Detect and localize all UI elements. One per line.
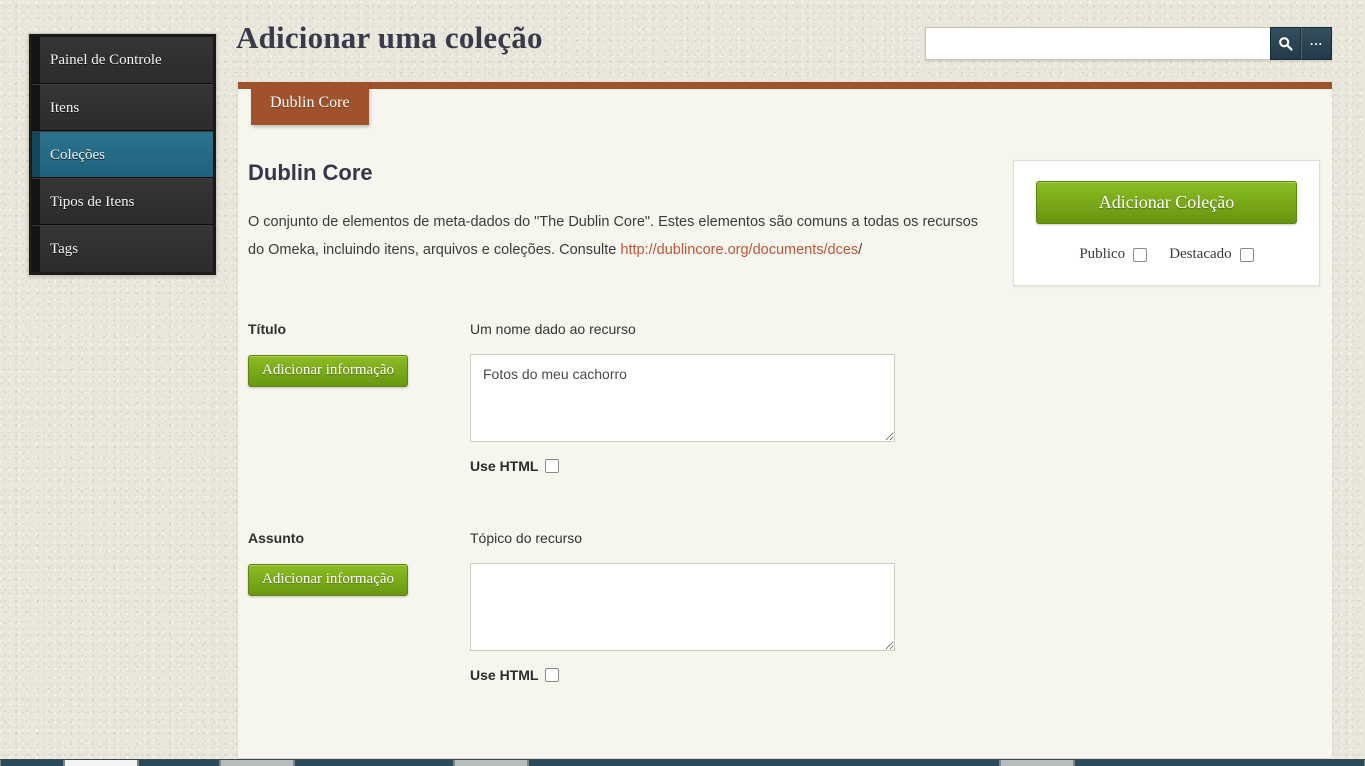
taskbar-start-area[interactable] bbox=[0, 760, 64, 766]
collection-actions-panel: Adicionar Coleção Publico Destacado bbox=[1013, 160, 1320, 286]
add-collection-button[interactable]: Adicionar Coleção bbox=[1036, 181, 1297, 224]
os-taskbar bbox=[0, 759, 1365, 766]
publico-checkbox[interactable] bbox=[1133, 247, 1148, 262]
field-left-column: Título Adicionar informação bbox=[248, 321, 470, 474]
option-destacado[interactable]: Destacado bbox=[1169, 246, 1254, 263]
use-html-row-titulo: Use HTML bbox=[470, 458, 993, 474]
ellipsis-icon[interactable]: ... bbox=[1301, 27, 1332, 60]
taskbar-gap bbox=[294, 760, 454, 766]
field-titulo: Título Adicionar informação Um nome dado… bbox=[248, 321, 993, 474]
use-html-label: Use HTML bbox=[470, 457, 539, 474]
field-label: Título bbox=[248, 320, 287, 337]
taskbar-tray[interactable] bbox=[1074, 760, 1365, 766]
tab-bar: Dublin Core bbox=[238, 82, 369, 138]
sidebar-item-tipos-de-itens[interactable]: Tipos de Itens bbox=[32, 178, 213, 225]
metadata-form: Dublin Core O conjunto de elementos de m… bbox=[248, 160, 993, 683]
use-html-checkbox-assunto[interactable] bbox=[545, 667, 560, 682]
option-label: Publico bbox=[1079, 246, 1126, 262]
assunto-textarea[interactable] bbox=[470, 562, 895, 651]
taskbar-button[interactable] bbox=[220, 760, 294, 766]
taskbar-button[interactable] bbox=[64, 760, 138, 766]
sidebar-item-label: Painel de Controle bbox=[50, 52, 162, 68]
use-html-checkbox-titulo[interactable] bbox=[545, 458, 560, 473]
sidebar-item-painel-de-controle[interactable]: Painel de Controle bbox=[32, 37, 213, 84]
field-assunto: Assunto Adicionar informação Tópico do r… bbox=[248, 530, 993, 683]
sidebar-item-tags[interactable]: Tags bbox=[32, 225, 213, 272]
field-hint: Tópico do recurso bbox=[470, 529, 583, 546]
sidebar-item-label: Tipos de Itens bbox=[50, 194, 135, 210]
field-label: Assunto bbox=[248, 529, 304, 546]
add-info-button-assunto[interactable]: Adicionar informação bbox=[248, 563, 409, 596]
use-html-label: Use HTML bbox=[470, 666, 539, 683]
field-hint: Um nome dado ao recurso bbox=[470, 320, 636, 337]
page-title: Adicionar uma coleção bbox=[236, 20, 543, 55]
taskbar-gap bbox=[138, 760, 220, 766]
section-description: O conjunto de elementos de meta-dados do… bbox=[248, 208, 983, 265]
collection-options: Publico Destacado bbox=[1036, 246, 1297, 263]
field-right-column: Tópico do recurso Use HTML bbox=[470, 530, 993, 683]
search-input[interactable] bbox=[925, 27, 1270, 60]
description-text-after: / bbox=[858, 242, 863, 259]
sidebar-item-label: Coleções bbox=[50, 147, 105, 163]
dublin-core-link[interactable]: http://dublincore.org/documents/dces bbox=[620, 242, 858, 258]
titulo-textarea[interactable] bbox=[470, 353, 895, 442]
section-heading: Dublin Core bbox=[248, 160, 373, 185]
sidebar-item-itens[interactable]: Itens bbox=[32, 84, 213, 131]
sidebar-item-colecoes[interactable]: Coleções bbox=[32, 131, 213, 178]
destacado-checkbox[interactable] bbox=[1239, 247, 1254, 262]
add-info-button-titulo[interactable]: Adicionar informação bbox=[248, 354, 409, 387]
taskbar-gap bbox=[528, 760, 1000, 766]
field-left-column: Assunto Adicionar informação bbox=[248, 530, 470, 683]
search-bar: ... bbox=[925, 27, 1332, 60]
sidebar-nav: Painel de Controle Itens Coleções Tipos … bbox=[28, 33, 217, 276]
field-right-column: Um nome dado ao recurso Use HTML bbox=[470, 321, 993, 474]
search-icon[interactable] bbox=[1270, 27, 1301, 60]
taskbar-button[interactable] bbox=[454, 760, 528, 766]
sidebar-item-label: Itens bbox=[50, 100, 80, 116]
sidebar-item-label: Tags bbox=[50, 241, 79, 257]
option-label: Destacado bbox=[1169, 246, 1232, 262]
taskbar-button[interactable] bbox=[1000, 760, 1074, 766]
use-html-row-assunto: Use HTML bbox=[470, 667, 993, 683]
option-publico[interactable]: Publico bbox=[1079, 246, 1148, 263]
description-text: O conjunto de elementos de meta-dados do… bbox=[248, 214, 979, 259]
tab-dublin-core[interactable]: Dublin Core bbox=[251, 82, 369, 125]
